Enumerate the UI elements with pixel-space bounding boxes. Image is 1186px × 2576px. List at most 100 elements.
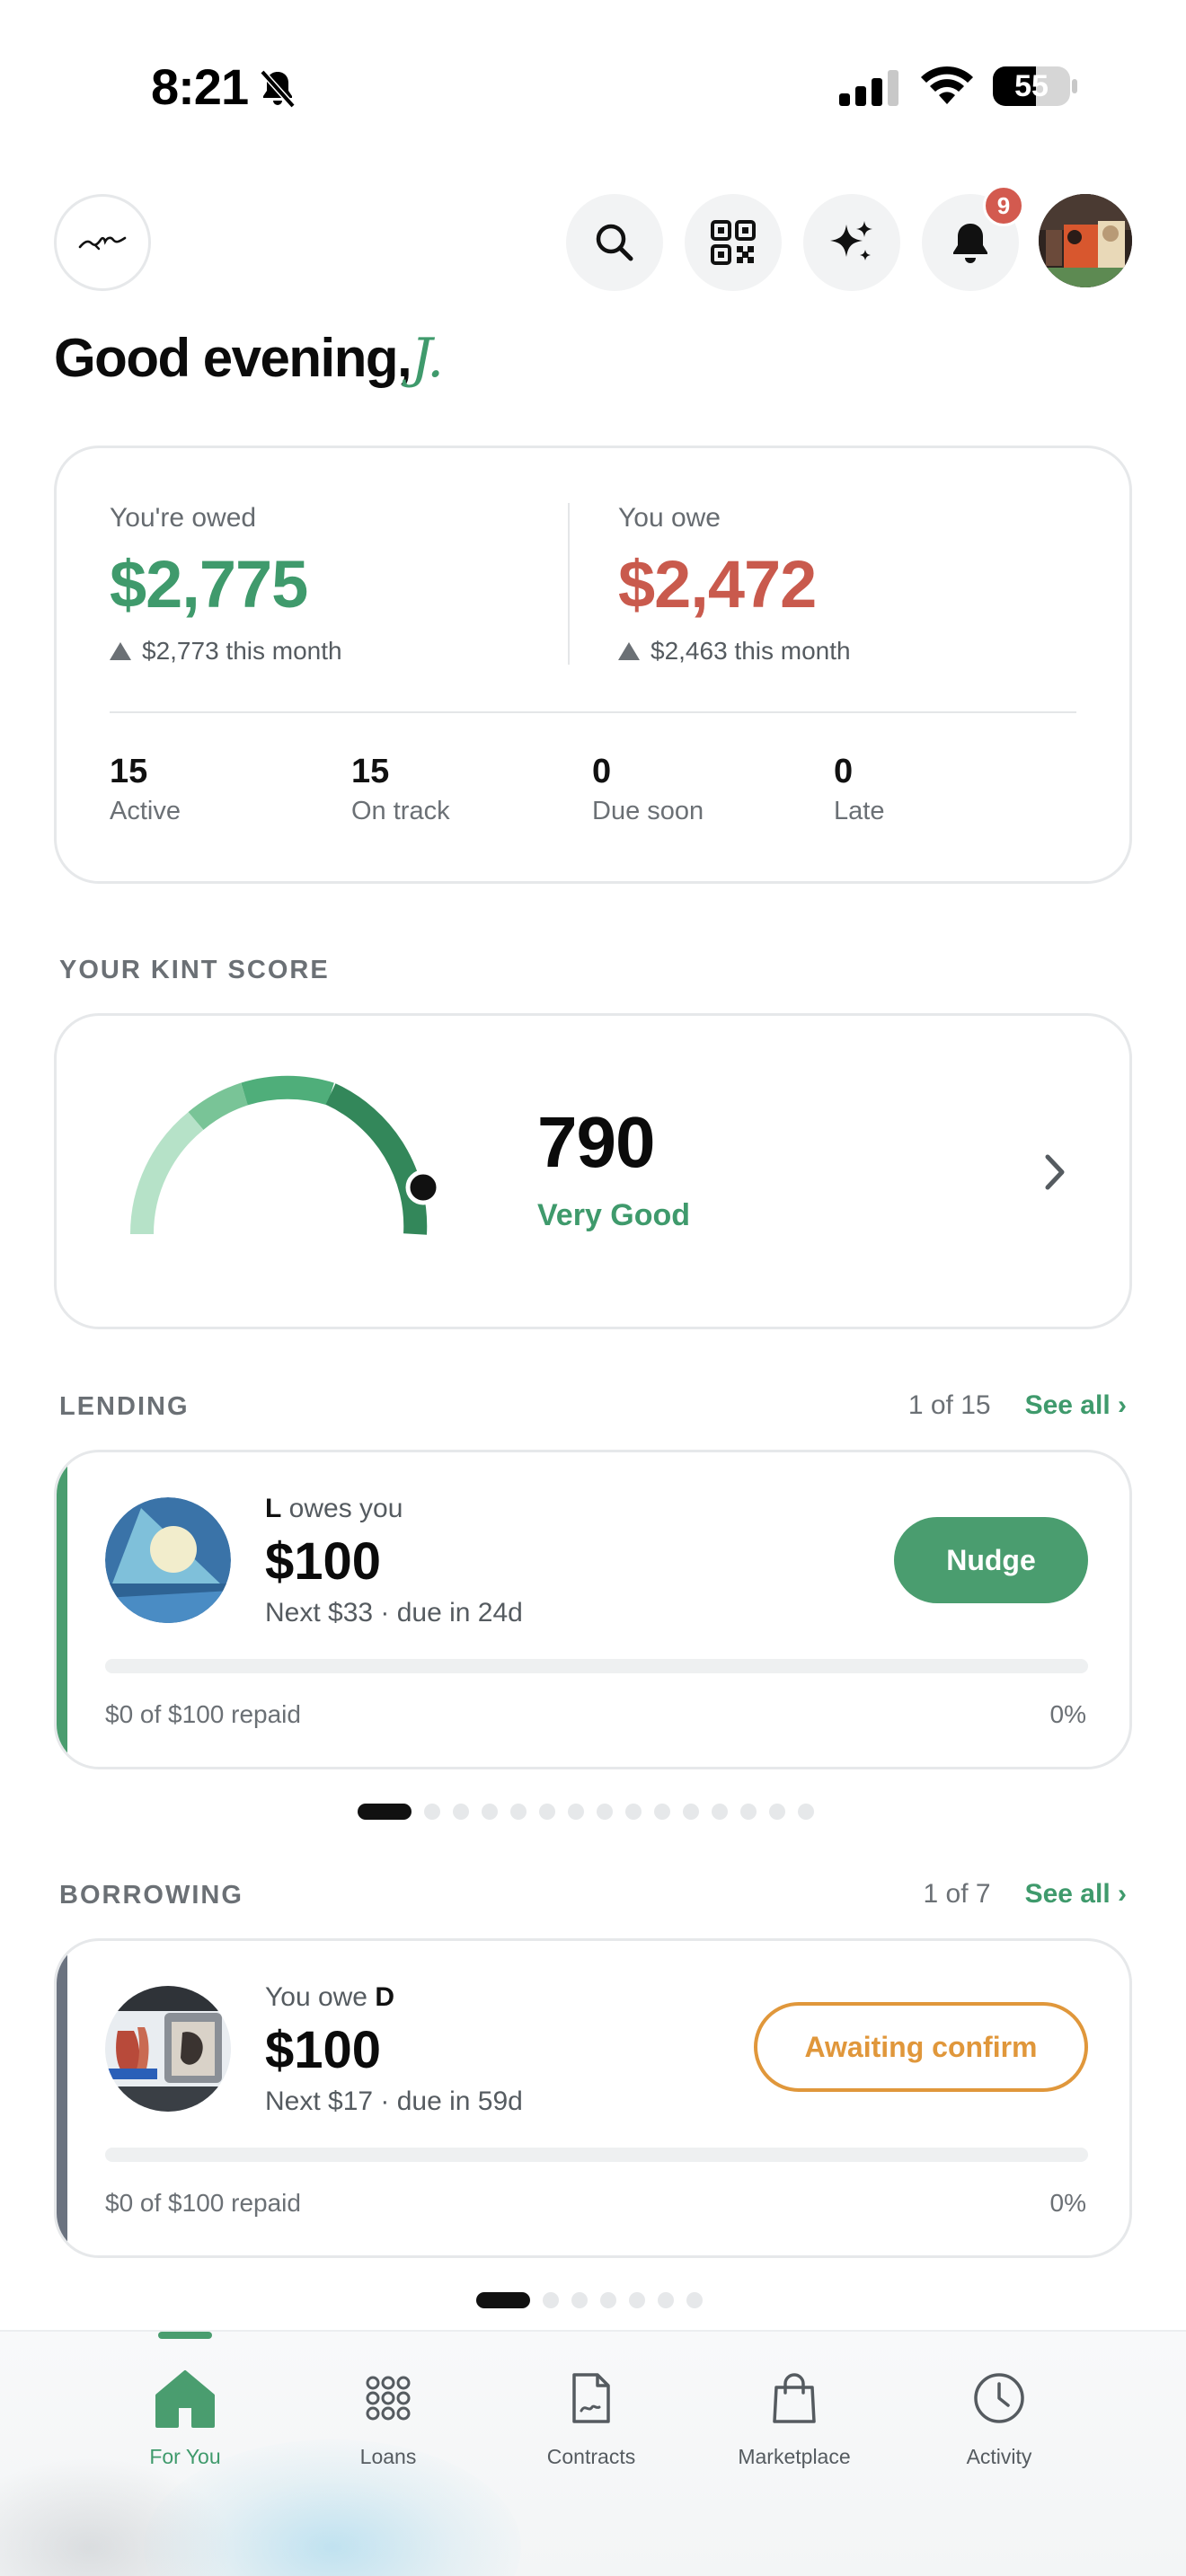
stat-due-soon: 0 Due soon (592, 753, 704, 826)
repaid-text: $0 of $100 repaid (105, 1700, 301, 1728)
borrower-avatar (105, 1497, 231, 1623)
greeting-text: Good evening, (54, 328, 412, 388)
counterparty-name: D (375, 1982, 395, 2012)
nav-tab-label: Activity (966, 2445, 1032, 2468)
search-icon (596, 224, 633, 261)
page-dot[interactable] (571, 2292, 588, 2308)
loan-amount: $100 (265, 1532, 382, 1591)
owe-monthly-text: $2,463 this month (651, 637, 851, 665)
stat-on-track: 15 On track (351, 753, 450, 826)
lending-loan-card[interactable]: L owes you $100 Next $33 · due in 24d Nu… (54, 1450, 1132, 1769)
stat-value: 0 (834, 753, 854, 790)
nav-tab-label: For You (149, 2445, 221, 2468)
stat-label: Due soon (592, 797, 704, 825)
repaid-percent: 0% (1049, 1700, 1086, 1728)
page-dot[interactable] (740, 1804, 757, 1820)
lending-see-all-link[interactable]: See all › (1025, 1390, 1127, 1421)
stat-value: 15 (351, 753, 390, 790)
home-icon (155, 2370, 215, 2428)
page-dot[interactable] (568, 1804, 584, 1820)
owe-monthly-change: $2,463 this month (618, 637, 851, 666)
page-dot[interactable] (453, 1804, 469, 1820)
qr-code-button[interactable] (685, 194, 782, 291)
profile-avatar[interactable] (1039, 194, 1132, 287)
repayment-progress-bar (105, 1659, 1088, 1673)
status-bar: 8:21 55 (0, 0, 1186, 171)
owed-monthly-change: $2,773 this month (110, 637, 342, 666)
page-dot-active[interactable] (476, 2292, 530, 2308)
owed-summary[interactable]: You're owed $2,775 $2,773 this month (110, 503, 342, 666)
stat-label: Late (834, 797, 885, 825)
lending-page-indicator[interactable] (358, 1804, 814, 1820)
bell-muted-icon (260, 69, 296, 109)
awaiting-confirm-button[interactable]: Awaiting confirm (754, 2002, 1088, 2092)
stat-label: Active (110, 797, 181, 825)
app-logo-button[interactable] (54, 194, 151, 291)
loan-next-payment: Next $33 · due in 24d (265, 1598, 523, 1628)
shopping-bag-icon (773, 2373, 816, 2423)
borrowing-page-indicator[interactable] (476, 2292, 703, 2308)
page-dot[interactable] (424, 1804, 440, 1820)
avatar-photo (1039, 194, 1132, 287)
page-dot[interactable] (683, 1804, 699, 1820)
page-dot[interactable] (597, 1804, 613, 1820)
page-dot-active[interactable] (358, 1804, 412, 1820)
search-button[interactable] (566, 194, 663, 291)
greeting-heading: Good evening,J. (54, 327, 444, 390)
stat-value: 0 (592, 753, 612, 790)
borrowing-count: 1 of 7 (923, 1879, 991, 1909)
owe-summary[interactable]: You owe $2,472 $2,463 this month (618, 503, 851, 666)
greeting-name: J. (411, 327, 444, 390)
stat-label: On track (351, 797, 450, 825)
page-dot[interactable] (600, 2292, 616, 2308)
nav-tab-loans[interactable]: Loans (298, 2332, 478, 2511)
kint-score-section-title: YOUR KINT SCORE (59, 956, 330, 984)
wifi-icon (921, 66, 973, 104)
repaid-text: $0 of $100 repaid (105, 2189, 301, 2217)
nav-tab-for-you[interactable]: For You (95, 2332, 275, 2511)
repayment-progress-bar (105, 2148, 1088, 2162)
nav-tab-activity[interactable]: Activity (909, 2332, 1089, 2511)
battery-indicator: 55 (992, 65, 1078, 108)
page-dot[interactable] (539, 1804, 555, 1820)
nav-tab-label: Contracts (546, 2445, 636, 2468)
borrowing-loan-card[interactable]: You owe D $100 Next $17 · due in 59d Awa… (54, 1938, 1132, 2258)
lending-section-controls: 1 of 15 See all › (908, 1390, 1127, 1421)
borrowing-see-all-link[interactable]: See all › (1025, 1879, 1127, 1910)
page-dot[interactable] (658, 2292, 674, 2308)
page-dot[interactable] (482, 1804, 498, 1820)
nav-tab-label: Marketplace (738, 2445, 851, 2468)
summary-divider (568, 503, 570, 665)
ai-sparkle-button[interactable] (803, 194, 900, 291)
nav-tab-contracts[interactable]: Contracts (501, 2332, 681, 2511)
nudge-button[interactable]: Nudge (894, 1517, 1088, 1603)
score-gauge (129, 1075, 441, 1235)
page-dot[interactable] (510, 1804, 527, 1820)
kint-score-value: 790 (537, 1102, 655, 1182)
owed-label: You're owed (110, 503, 257, 533)
page-dot[interactable] (769, 1804, 785, 1820)
page-dot[interactable] (625, 1804, 642, 1820)
nav-tab-marketplace[interactable]: Marketplace (704, 2332, 884, 2511)
page-dot[interactable] (712, 1804, 728, 1820)
page-dot[interactable] (686, 2292, 703, 2308)
nav-tab-label: Loans (359, 2445, 417, 2468)
page-dot[interactable] (798, 1804, 814, 1820)
page-dot[interactable] (654, 1804, 670, 1820)
loan-counterparty: You owe D (265, 1982, 394, 2013)
borrowing-section-controls: 1 of 7 See all › (924, 1879, 1127, 1910)
owe-amount: $2,472 (618, 547, 817, 622)
owed-amount: $2,775 (110, 547, 308, 622)
trend-up-icon (618, 642, 640, 660)
page-dot[interactable] (543, 2292, 559, 2308)
counterparty-relation: owes you (281, 1494, 403, 1523)
loan-next-payment: Next $17 · due in 59d (265, 2086, 523, 2116)
page-dot[interactable] (629, 2292, 645, 2308)
clock-icon (974, 2373, 1024, 2423)
qr-code-icon (711, 220, 756, 265)
borrowing-section-title: BORROWING (59, 1881, 243, 1910)
owe-label: You owe (618, 503, 721, 533)
lending-count: 1 of 15 (907, 1390, 991, 1420)
loan-amount: $100 (265, 2021, 382, 2079)
chevron-right-icon (1045, 1154, 1065, 1190)
